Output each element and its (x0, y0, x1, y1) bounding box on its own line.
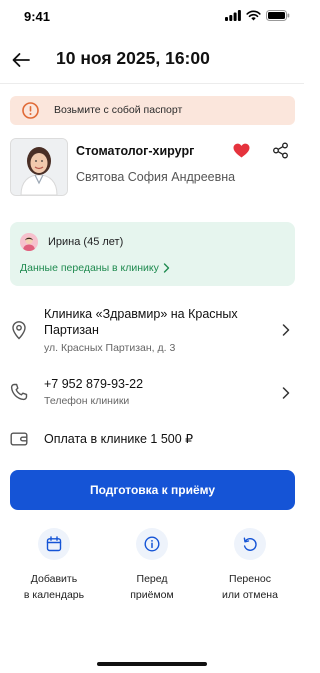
doctor-specialty: Стоматолог-хирург (76, 144, 195, 158)
status-icons (225, 10, 290, 21)
clinic-address: ул. Красных Партизан, д. 3 (44, 342, 176, 354)
info-icon-wrap (136, 528, 168, 560)
patient-name: Ирина (45 лет) (48, 236, 124, 248)
page-title: 10 ноя 2025, 16:00 (56, 48, 210, 68)
clinic-name-line2: Партизан (44, 323, 99, 337)
doctor-name: Святова София Андреевна (76, 170, 236, 184)
location-pin-icon (12, 321, 26, 340)
chevron-right-icon (282, 387, 290, 399)
passport-alert: Возьмите с собой паспорт (10, 96, 295, 125)
phone-row[interactable]: +7 952 879-93-22 Телефон клиники (0, 376, 304, 410)
calendar-icon (46, 536, 62, 552)
reschedule-cancel-label: Перенос или отмена (222, 573, 278, 601)
add-to-calendar-action[interactable]: Добавить в календарь (6, 528, 102, 603)
back-arrow-icon[interactable] (10, 49, 32, 71)
clinic-name-line1: Клиника «Здравмир» на Красных (44, 307, 238, 321)
data-sent-link[interactable]: Данные переданы в клинику (20, 262, 170, 274)
alert-text: Возьмите с собой паспорт (54, 104, 183, 116)
home-indicator (97, 662, 207, 666)
add-to-calendar-label: Добавить в календарь (23, 573, 85, 601)
wallet-icon (10, 432, 28, 446)
preparation-button[interactable]: Подготовка к приёму (10, 470, 295, 510)
before-appointment-label: Перед приёмом (130, 573, 174, 601)
data-sent-label: Данные переданы в клинику (20, 262, 159, 274)
clinic-name: Клиника «Здравмир» на Красных Партизан (44, 306, 238, 338)
phone-icon (10, 383, 28, 401)
favorite-heart-icon[interactable] (233, 143, 250, 158)
wifi-icon (246, 10, 261, 21)
header-divider (0, 83, 304, 84)
patient-card: Ирина (45 лет) Данные переданы в клинику (10, 222, 295, 286)
share-icon[interactable] (272, 142, 289, 159)
payment-text: Оплата в клинике 1 500 ₽ (44, 432, 194, 446)
payment-row: Оплата в клинике 1 500 ₽ (0, 430, 304, 450)
calendar-icon-wrap (38, 528, 70, 560)
clinic-row[interactable]: Клиника «Здравмир» на Красных Партизан у… (0, 306, 304, 356)
doctor-card[interactable]: Стоматолог-хирург Святова София Андреевн… (10, 138, 295, 198)
status-bar: 9:41 (0, 0, 304, 36)
header: 10 ноя 2025, 16:00 (0, 40, 304, 80)
warning-icon (22, 102, 39, 119)
battery-icon (266, 10, 290, 21)
chevron-right-icon (282, 324, 290, 336)
reschedule-icon (243, 537, 257, 551)
before-appointment-action[interactable]: Перед приёмом (104, 528, 200, 603)
signal-icon (225, 10, 241, 21)
status-time: 9:41 (24, 9, 51, 24)
reschedule-icon-wrap (234, 528, 266, 560)
doctor-photo (10, 138, 68, 196)
phone-label: Телефон клиники (44, 395, 130, 407)
patient-avatar (20, 233, 38, 251)
chevron-right-icon (163, 263, 170, 273)
phone-number: +7 952 879-93-22 (44, 377, 144, 391)
reschedule-cancel-action[interactable]: Перенос или отмена (202, 528, 298, 603)
info-icon (144, 536, 160, 552)
